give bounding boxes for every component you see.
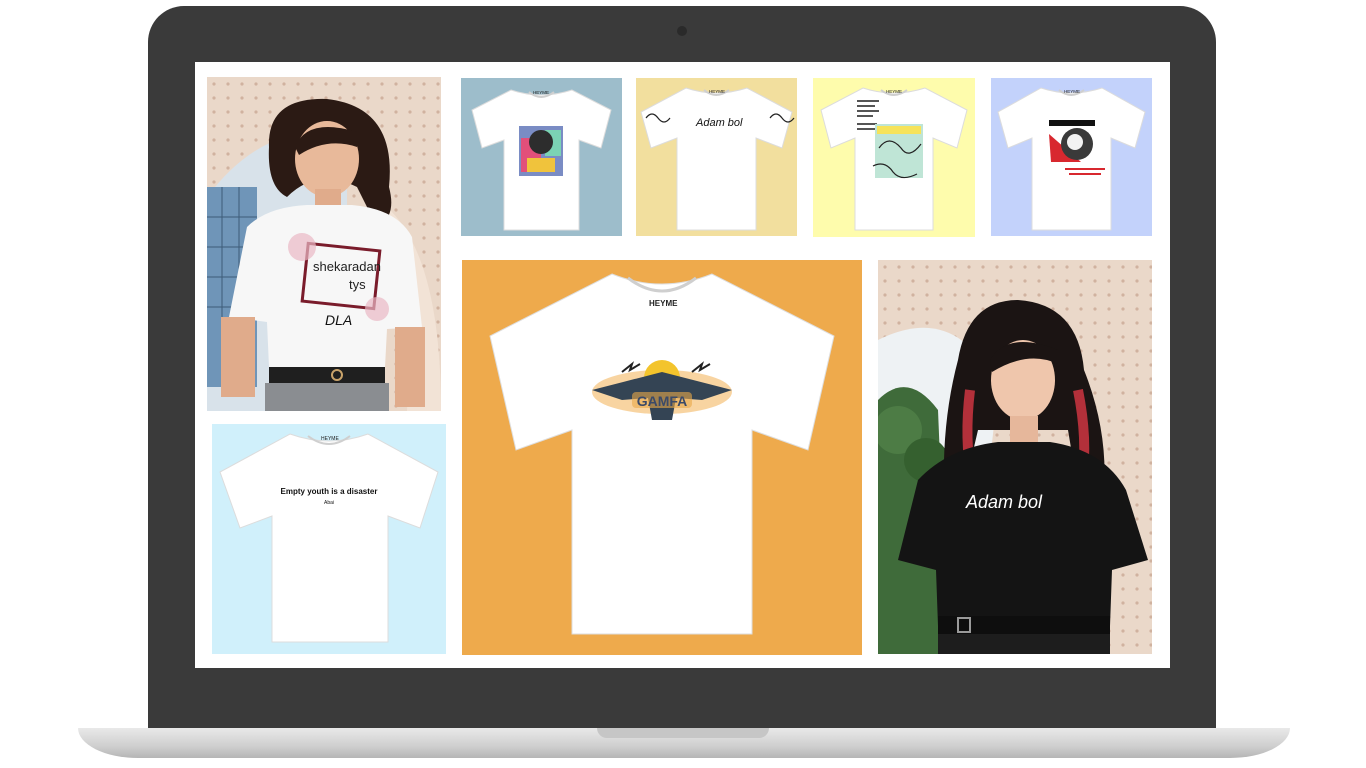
gallery-tshirt-astronaut[interactable]: HEYME [991, 78, 1152, 236]
shirt-print-quote: Empty youth is a disaster [281, 487, 378, 496]
tshirt-image: Empty youth is a disaster Abai HEYME [219, 433, 439, 643]
gallery-tshirt-line-art[interactable]: HEYME [813, 78, 975, 237]
shirt-print-author: Abai [324, 500, 334, 506]
camera-icon [677, 26, 687, 36]
photo-illustration: Adam bol [878, 260, 1152, 654]
shirt-print-text: GAMFA [637, 393, 688, 409]
laptop-notch [597, 728, 769, 738]
tshirt-image: HEYME [820, 87, 968, 231]
gallery-tshirt-adam-bol[interactable]: Adam bol HEYME [636, 78, 797, 236]
photo-illustration: shekaradan tys DLA [207, 77, 441, 411]
collar-brand: HEYME [1064, 89, 1080, 94]
shirt-print-text: Adam bol [695, 117, 743, 129]
tshirt-image: HEYME [997, 87, 1146, 231]
screen: shekaradan tys DLA HEYME Adam bol HEYME … [195, 62, 1170, 668]
collar-brand: HEYME [321, 436, 339, 442]
shirt-print-text: Adam bol [965, 492, 1043, 512]
shirt-print-line2: tys [349, 277, 366, 292]
tshirt-image: HEYME GAMFA [489, 273, 835, 635]
shirt-print-line1: shekaradan [313, 259, 381, 274]
shirt-signature: DLA [325, 312, 352, 328]
gallery-tshirt-empty-youth[interactable]: Empty youth is a disaster Abai HEYME [212, 424, 446, 654]
collar-brand: HEYME [649, 299, 678, 308]
gallery-tshirt-gamfa[interactable]: HEYME GAMFA [462, 260, 862, 655]
collar-brand: HEYME [886, 89, 902, 94]
collar-brand: HEYME [533, 90, 549, 95]
collar-brand: HEYME [709, 89, 725, 94]
tshirt-image: HEYME [471, 89, 612, 231]
gallery-photo-woman-white-shirt[interactable]: shekaradan tys DLA [207, 77, 441, 411]
gallery-photo-woman-black-shirt[interactable]: Adam bol [878, 260, 1152, 654]
tshirt-image: Adam bol HEYME [640, 87, 795, 231]
gallery-tshirt-portrait-print[interactable]: HEYME [461, 78, 622, 236]
